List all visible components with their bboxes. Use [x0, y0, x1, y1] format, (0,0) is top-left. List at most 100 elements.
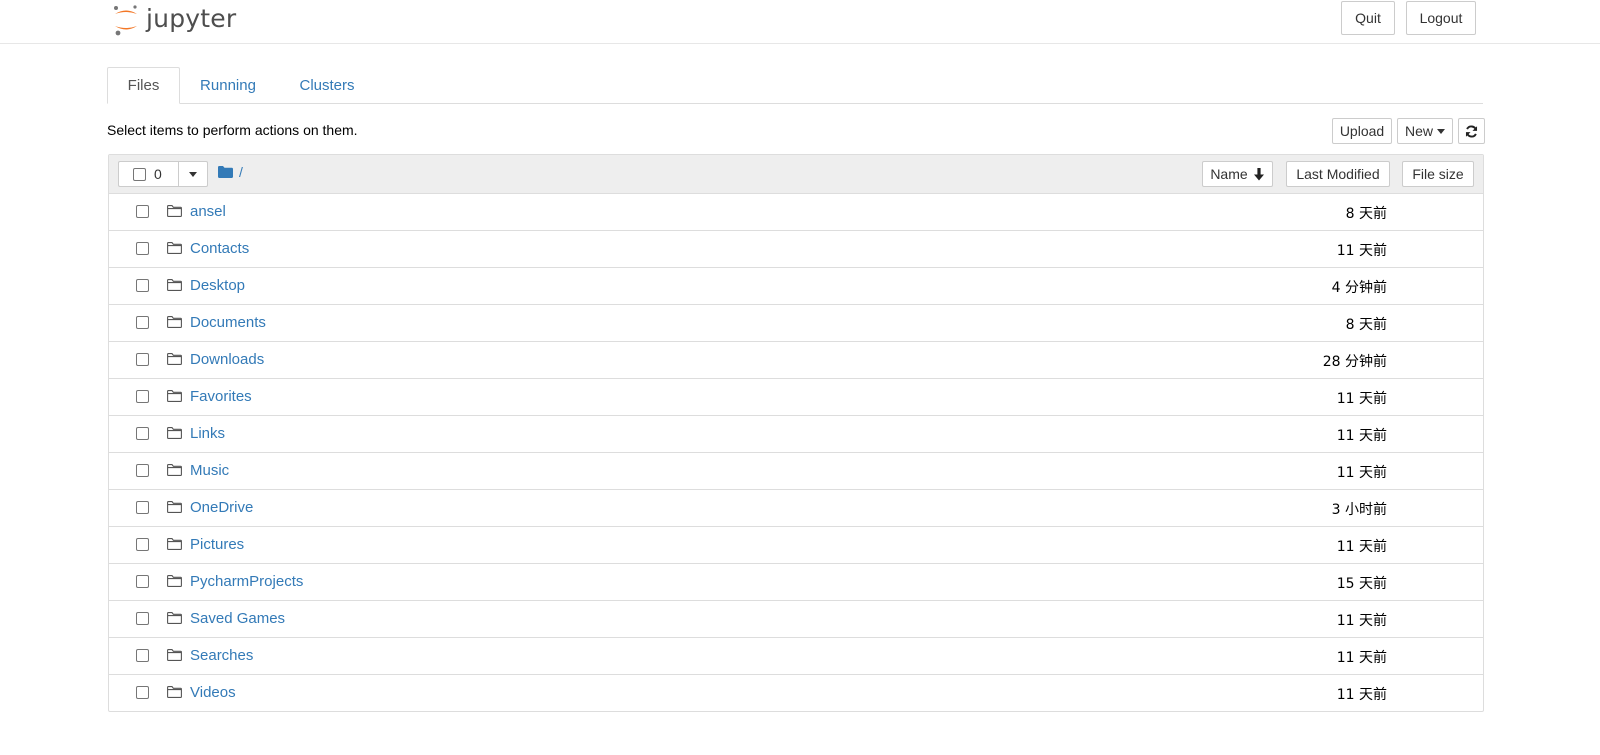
- folder-outline-icon: [167, 390, 182, 402]
- folder-outline-icon: [167, 612, 182, 624]
- item-checkbox[interactable]: [136, 316, 149, 329]
- item-name-link[interactable]: Documents: [190, 314, 266, 331]
- folder-outline-icon: [167, 649, 182, 661]
- item-checkbox[interactable]: [136, 205, 149, 218]
- item-name-link[interactable]: Desktop: [190, 277, 245, 294]
- item-checkbox[interactable]: [136, 279, 149, 292]
- sort-by-last-modified-button[interactable]: Last Modified: [1286, 161, 1390, 187]
- item-last-modified: 15 天前: [1336, 576, 1387, 592]
- folder-outline-icon: [167, 427, 182, 439]
- folder-outline-icon: [167, 353, 182, 365]
- item-last-modified: 11 天前: [1336, 687, 1387, 703]
- folder-icon[interactable]: [218, 166, 233, 178]
- list-item: Favorites 11 天前: [109, 378, 1483, 415]
- list-item: Contacts 11 天前: [109, 230, 1483, 267]
- select-all-control: 0: [118, 161, 208, 187]
- item-last-modified: 4 分钟前: [1331, 280, 1387, 296]
- top-header: jupyter Quit Logout: [0, 0, 1600, 44]
- breadcrumb: /: [218, 164, 243, 180]
- item-last-modified: 11 天前: [1336, 613, 1387, 629]
- folder-outline-icon: [167, 501, 182, 513]
- item-last-modified: 11 天前: [1336, 650, 1387, 666]
- folder-outline-icon: [167, 205, 182, 217]
- item-checkbox[interactable]: [136, 501, 149, 514]
- item-checkbox[interactable]: [136, 686, 149, 699]
- item-checkbox[interactable]: [136, 649, 149, 662]
- item-checkbox[interactable]: [136, 390, 149, 403]
- selection-hint: Select items to perform actions on them.: [107, 122, 358, 138]
- item-last-modified: 11 天前: [1336, 465, 1387, 481]
- file-rows: ansel 8 天前 Contacts 11 天前 Desktop 4 分钟前 Doc…: [109, 194, 1483, 711]
- item-checkbox[interactable]: [136, 612, 149, 625]
- item-checkbox[interactable]: [136, 242, 149, 255]
- refresh-icon: [1465, 124, 1478, 138]
- list-item: OneDrive 3 小时前: [109, 489, 1483, 526]
- folder-outline-icon: [167, 686, 182, 698]
- refresh-button[interactable]: [1458, 118, 1485, 144]
- item-last-modified: 11 天前: [1336, 539, 1387, 555]
- list-item: Desktop 4 分钟前: [109, 267, 1483, 304]
- new-dropdown-button[interactable]: New: [1397, 118, 1453, 144]
- item-last-modified: 11 天前: [1336, 428, 1387, 444]
- jupyter-logo[interactable]: jupyter: [112, 2, 236, 38]
- list-item: Music 11 天前: [109, 452, 1483, 489]
- new-button-label: New: [1404, 123, 1433, 139]
- arrow-down-icon: [1253, 167, 1264, 180]
- select-menu-button[interactable]: [178, 161, 208, 187]
- tab-bar: Files Running Clusters: [107, 67, 1483, 104]
- item-last-modified: 11 天前: [1336, 391, 1387, 407]
- item-name-link[interactable]: Searches: [190, 647, 253, 664]
- item-checkbox[interactable]: [136, 538, 149, 551]
- item-checkbox[interactable]: [136, 575, 149, 588]
- quit-button[interactable]: Quit: [1341, 1, 1395, 35]
- jupyter-logo-text: jupyter: [146, 3, 237, 33]
- item-name-link[interactable]: ansel: [190, 203, 226, 220]
- tab-running[interactable]: Running: [195, 67, 261, 103]
- folder-outline-icon: [167, 464, 182, 476]
- select-all-box[interactable]: 0: [118, 161, 178, 187]
- item-name-link[interactable]: Downloads: [190, 351, 264, 368]
- item-checkbox[interactable]: [136, 427, 149, 440]
- item-last-modified: 8 天前: [1345, 206, 1387, 222]
- list-item: Saved Games 11 天前: [109, 600, 1483, 637]
- item-name-link[interactable]: Pictures: [190, 536, 244, 553]
- file-list: 0 / Name Last Modified File size ansel 8 …: [108, 154, 1484, 712]
- caret-down-icon: [1437, 128, 1445, 134]
- selected-count: 0: [154, 166, 162, 182]
- item-name-link[interactable]: Videos: [190, 684, 236, 701]
- logout-button[interactable]: Logout: [1406, 1, 1476, 35]
- sort-by-name-button[interactable]: Name: [1202, 161, 1273, 187]
- item-name-link[interactable]: Music: [190, 462, 229, 479]
- item-checkbox[interactable]: [136, 353, 149, 366]
- sort-name-label: Name: [1210, 166, 1248, 182]
- list-item: Links 11 天前: [109, 415, 1483, 452]
- item-name-link[interactable]: Saved Games: [190, 610, 285, 627]
- item-name-link[interactable]: Contacts: [190, 240, 249, 257]
- breadcrumb-root[interactable]: /: [239, 164, 243, 180]
- list-item: ansel 8 天前: [109, 194, 1483, 230]
- item-last-modified: 28 分钟前: [1322, 354, 1387, 370]
- sort-by-file-size-button[interactable]: File size: [1402, 161, 1474, 187]
- list-item: Documents 8 天前: [109, 304, 1483, 341]
- item-name-link[interactable]: PycharmProjects: [190, 573, 303, 590]
- item-last-modified: 8 天前: [1345, 317, 1387, 333]
- folder-outline-icon: [167, 242, 182, 254]
- file-list-header: 0 / Name Last Modified File size: [109, 155, 1483, 194]
- item-last-modified: 3 小时前: [1331, 502, 1387, 518]
- tab-clusters[interactable]: Clusters: [296, 67, 358, 103]
- folder-outline-icon: [167, 575, 182, 587]
- list-item: Pictures 11 天前: [109, 526, 1483, 563]
- folder-outline-icon: [167, 316, 182, 328]
- tab-files[interactable]: Files: [107, 67, 180, 104]
- folder-outline-icon: [167, 279, 182, 291]
- item-name-link[interactable]: Favorites: [190, 388, 252, 405]
- list-item: Downloads 28 分钟前: [109, 341, 1483, 378]
- list-item: PycharmProjects 15 天前: [109, 563, 1483, 600]
- list-item: Searches 11 天前: [109, 637, 1483, 674]
- upload-button[interactable]: Upload: [1332, 118, 1392, 144]
- item-name-link[interactable]: OneDrive: [190, 499, 253, 516]
- item-name-link[interactable]: Links: [190, 425, 225, 442]
- item-checkbox[interactable]: [136, 464, 149, 477]
- select-all-checkbox[interactable]: [133, 167, 146, 181]
- jupyter-logo-icon: [114, 5, 137, 36]
